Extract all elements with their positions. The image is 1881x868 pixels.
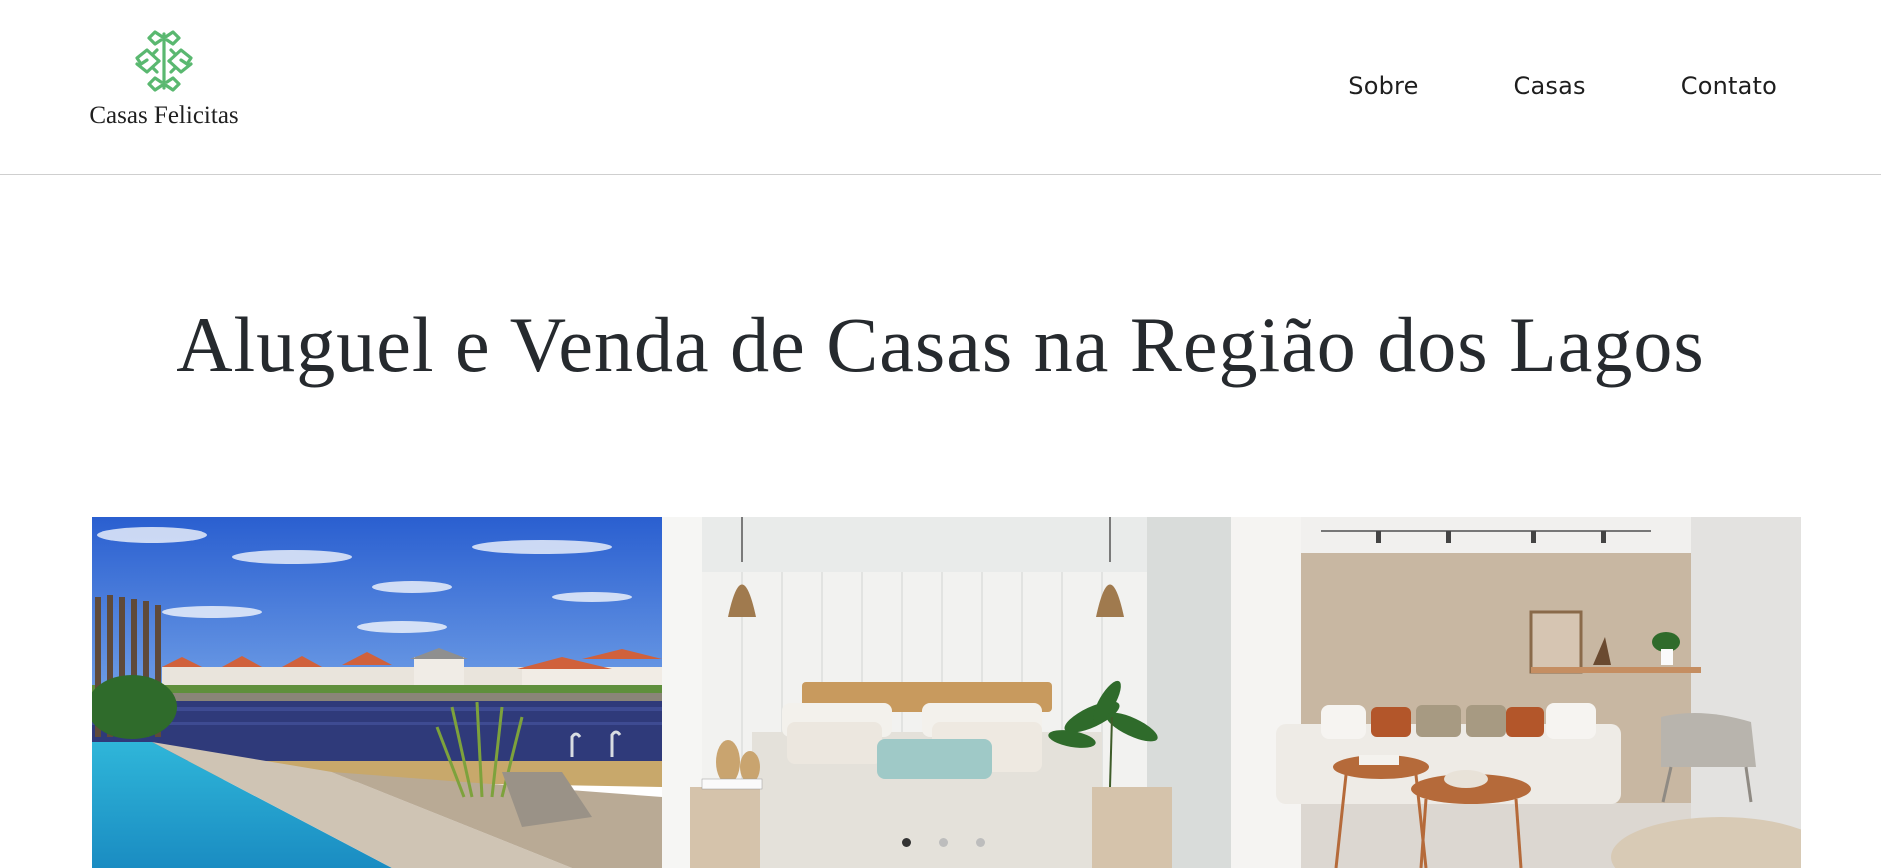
nav-link-sobre[interactable]: Sobre [1348, 72, 1418, 100]
hero-title: Aluguel e Venda de Casas na Região dos L… [176, 301, 1705, 388]
image-carousel[interactable] [92, 517, 1802, 868]
carousel-dot-2[interactable] [939, 838, 948, 847]
main-nav: Sobre Casas Contato [1253, 72, 1777, 100]
brand-name: Casas Felicitas [89, 102, 239, 129]
nav-link-contato[interactable]: Contato [1681, 72, 1777, 100]
carousel-pagination [902, 838, 985, 847]
carousel-dot-1[interactable] [902, 838, 911, 847]
pool-canal-photo [92, 517, 662, 868]
ornament-logo-icon [135, 30, 193, 92]
carousel-dot-3[interactable] [976, 838, 985, 847]
bedroom-photo [661, 517, 1232, 868]
site-header: Casas Felicitas Sobre Casas Contato [0, 0, 1881, 175]
brand-logo[interactable]: Casas Felicitas [88, 28, 240, 130]
nav-link-casas[interactable]: Casas [1514, 72, 1586, 100]
living-room-photo [1231, 517, 1802, 868]
